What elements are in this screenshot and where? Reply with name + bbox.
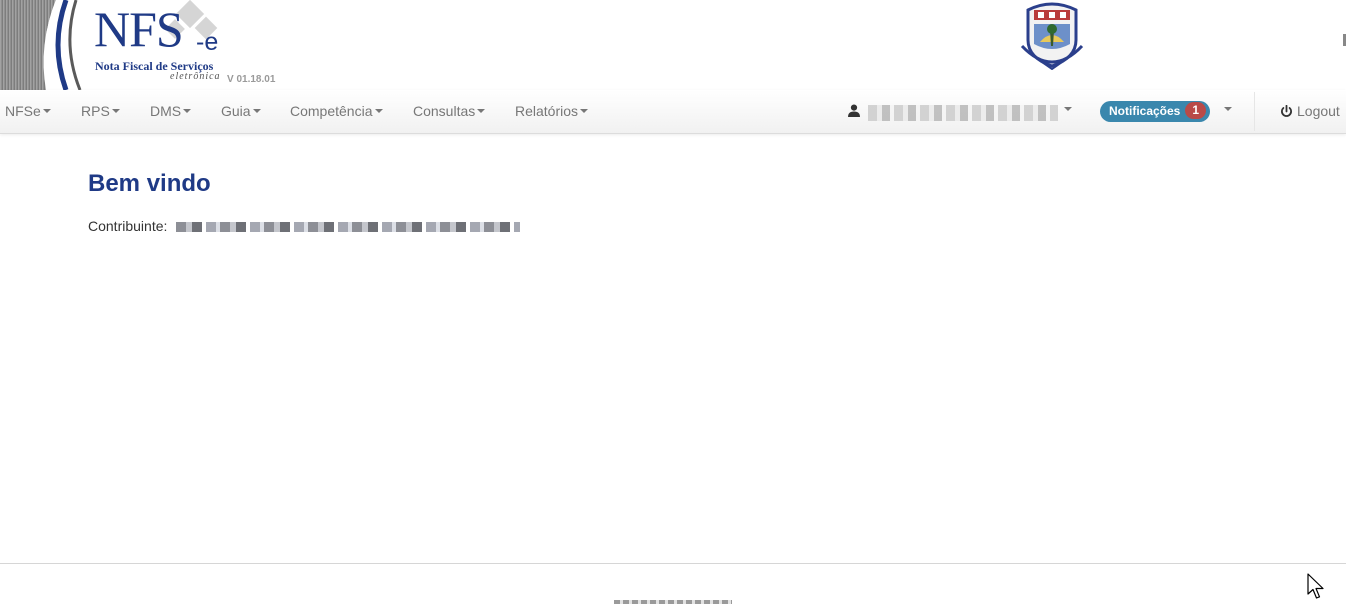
chevron-down-icon [1224,107,1232,111]
nfse-logo[interactable]: NFS -e Nota Fiscal de Serviços eletrônic… [0,0,300,90]
chevron-down-icon [183,109,192,114]
page-title: Bem vindo [88,170,211,197]
page-header: NFS -e Nota Fiscal de Serviços eletrônic… [0,0,1346,90]
mouse-cursor-icon [1307,573,1324,599]
user-name-redacted [868,105,1058,121]
chevron-down-icon [252,109,261,114]
menu-dms[interactable]: DMS [150,90,192,133]
menu-nfse[interactable]: NFSe [5,90,51,133]
menu-competencia-label: Competência [290,103,373,119]
logout-button[interactable]: Logout [1280,90,1340,133]
chevron-down-icon [42,109,51,114]
municipal-crest-icon [1020,2,1084,70]
main-navbar: NFSe RPS DMS Guia Competência Consultas … [0,90,1346,134]
menu-relatorios-label: Relatórios [515,103,579,119]
menu-consultas[interactable]: Consultas [413,90,486,133]
chevron-down-icon [1064,107,1072,111]
chevron-down-icon [111,109,120,114]
menu-rps-label: RPS [81,103,110,119]
logo-tagline: eletrônica [170,71,221,82]
footer-text-redacted [614,600,732,604]
menu-guia-label: Guia [221,103,251,119]
chevron-down-icon [477,109,486,114]
footer-divider [0,563,1346,564]
contributor-label: Contribuinte: [88,218,168,234]
menu-nfse-label: NFSe [5,103,41,119]
user-icon [848,104,860,117]
contributor-name-redacted [176,222,520,232]
menu-dms-label: DMS [150,103,182,119]
menu-competencia[interactable]: Competência [290,90,383,133]
notifications-label: Notificações [1109,104,1181,118]
chevron-down-icon [374,109,383,114]
notifications-menu[interactable]: Notificações 1 [1100,101,1232,123]
notifications-count: 1 [1185,102,1207,119]
chevron-down-icon [580,109,589,114]
power-icon [1281,104,1292,117]
menu-guia[interactable]: Guia [221,90,261,133]
nav-divider [1254,92,1255,131]
menu-consultas-label: Consultas [413,103,476,119]
notifications-badge[interactable]: Notificações 1 [1100,101,1211,122]
menu-relatorios[interactable]: Relatórios [515,90,589,133]
logo-title: NFS [94,1,184,57]
logout-label: Logout [1297,103,1340,119]
version-label: V 01.18.01 [227,74,276,85]
menu-rps[interactable]: RPS [81,90,120,133]
user-menu[interactable] [846,90,1076,133]
logo-suffix: -e [196,28,219,56]
